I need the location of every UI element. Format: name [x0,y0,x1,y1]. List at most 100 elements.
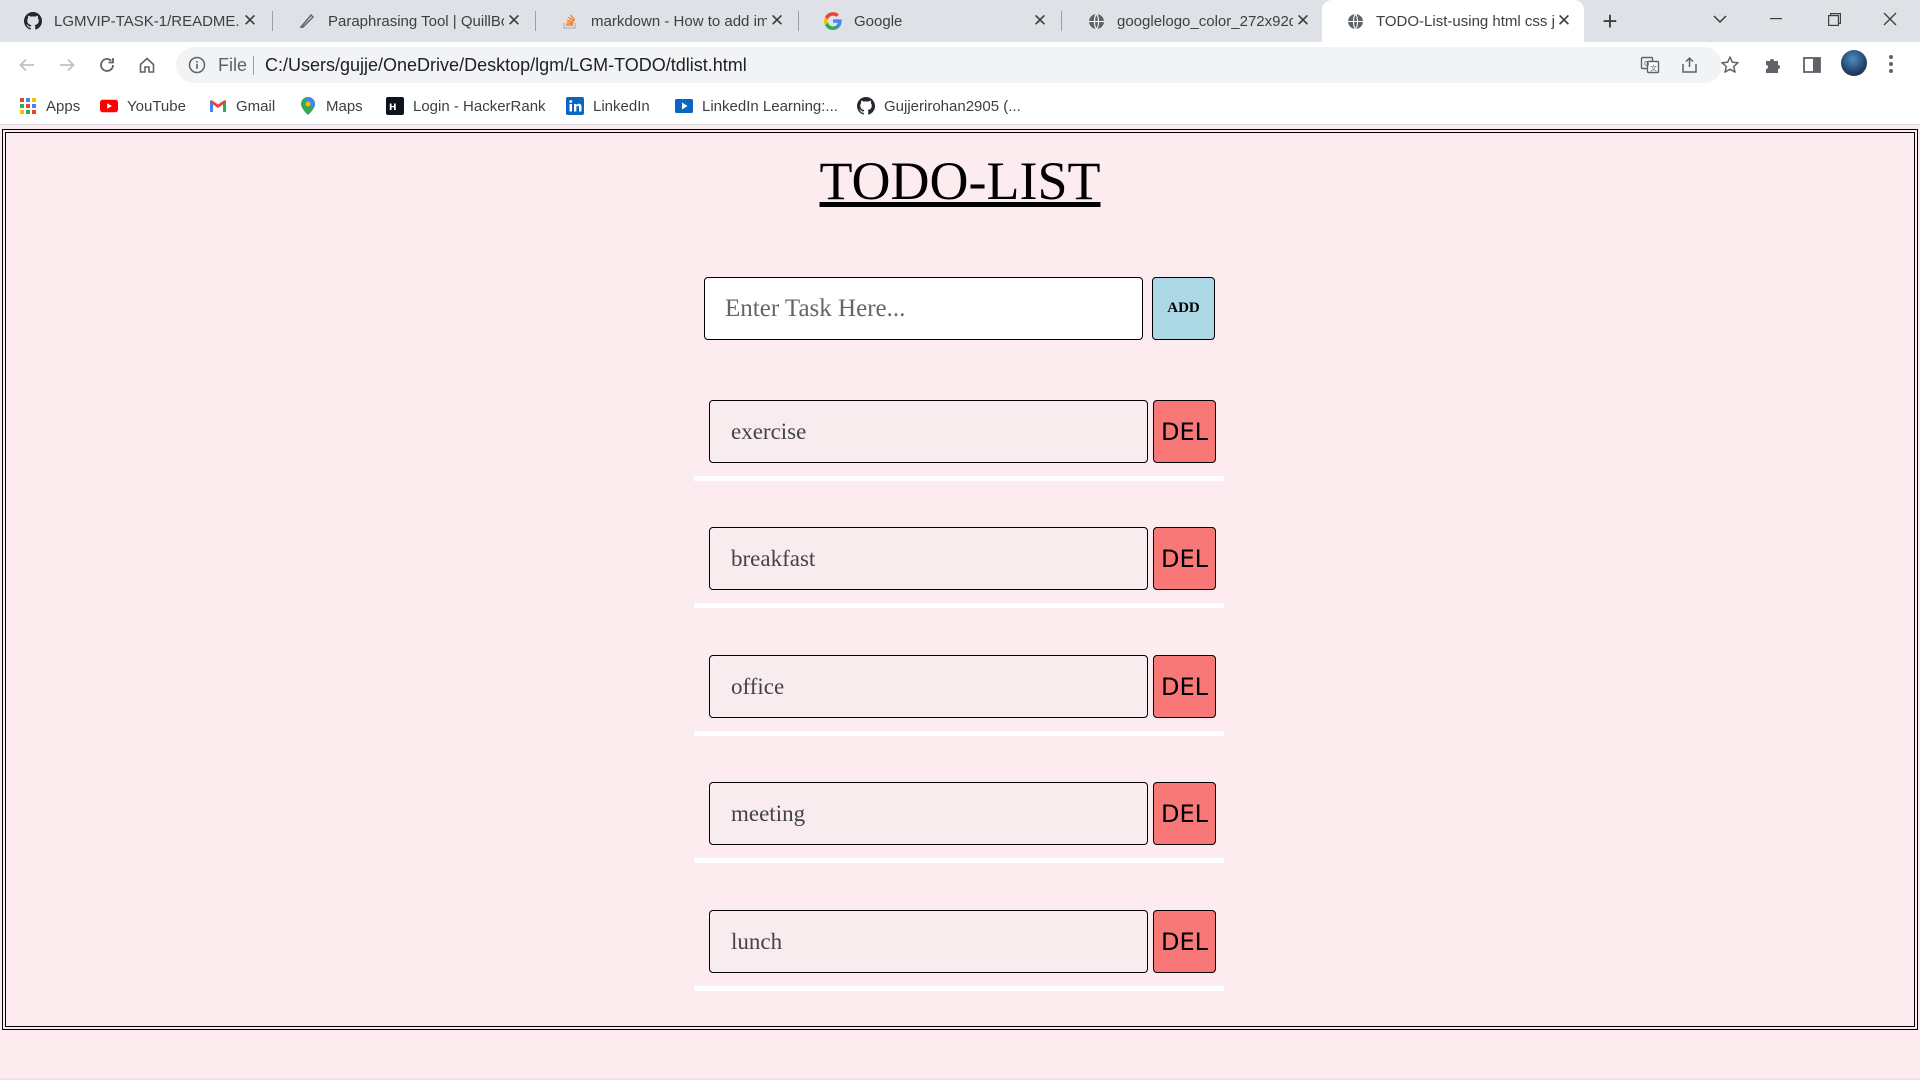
delete-task-button[interactable]: DEL [1153,655,1216,718]
tab-stackoverflow[interactable]: markdown - How to add im ✕ [537,0,797,42]
svg-text:G: G [1644,60,1649,68]
github-icon [857,97,875,115]
bookmark-gmail[interactable]: Gmail [209,94,275,118]
minimize-icon[interactable] [1748,0,1804,38]
tab-separator [1061,11,1062,31]
close-tab-icon[interactable]: ✕ [504,11,524,31]
stackoverflow-icon [561,12,579,30]
todo-item-text[interactable]: lunch [709,910,1148,973]
tab-title: Google [854,12,903,30]
item-divider [694,858,1224,863]
close-tab-icon[interactable]: ✕ [767,11,787,31]
todo-item-text[interactable]: exercise [709,400,1148,463]
back-arrow-icon[interactable] [12,50,42,80]
close-tab-icon[interactable]: ✕ [1554,11,1574,31]
side-panel-icon[interactable] [1801,54,1823,76]
svg-text:H: H [389,103,397,113]
home-icon[interactable] [132,50,162,80]
tab-title: LGMVIP-TASK-1/README.m [54,12,240,30]
tab-separator [535,11,536,31]
new-tab-button[interactable]: + [1597,6,1623,36]
bookmark-github-profile[interactable]: Gujjerirohan2905 (... [857,94,1021,118]
close-tab-icon[interactable]: ✕ [240,11,260,31]
bookmark-label: Gmail [236,97,276,115]
task-input[interactable] [704,277,1143,340]
todo-item-text[interactable]: meeting [709,782,1148,845]
maps-icon [299,97,317,115]
tab-google[interactable]: Google ✕ [800,0,1060,42]
svg-text:文: 文 [1650,64,1657,73]
forward-arrow-icon[interactable] [52,50,82,80]
page-title: TODO-LIST [819,151,1101,211]
tab-separator [798,11,799,31]
scheme-separator [253,56,254,75]
tab-strip: LGMVIP-TASK-1/README.m ✕ Paraphrasing To… [0,0,1920,42]
bookmark-label: YouTube [127,97,186,115]
todo-item: breakfast DEL [694,527,1224,627]
bookmark-label: LinkedIn Learning:... [702,97,838,115]
page-content: TODO-LIST ADD exercise DEL breakfast DEL… [0,125,1920,1080]
delete-task-button[interactable]: DEL [1153,527,1216,590]
tab-title: Paraphrasing Tool | QuillBot [328,12,504,30]
globe-icon [1346,12,1364,30]
google-icon [824,12,842,30]
tab-title: googlelogo_color_272x92d [1117,12,1293,30]
bookmark-star-icon[interactable] [1720,55,1740,75]
bookmarks-bar: Apps YouTube Gmail Maps H Login - Hacker… [0,88,1920,125]
bookmark-label: Apps [46,97,81,115]
todo-item: exercise DEL [694,400,1224,500]
restore-icon[interactable] [1806,0,1862,38]
tab-googlelogo[interactable]: googlelogo_color_272x92d ✕ [1063,0,1323,42]
tab-todo-list-active[interactable]: TODO-List-using html css js ✕ [1322,0,1584,42]
reload-icon[interactable] [92,50,122,80]
translate-icon[interactable]: G文 [1640,55,1660,75]
apps-grid-icon [19,97,37,115]
info-icon[interactable] [188,56,206,74]
bookmark-label: Gujjerirohan2905 (... [884,97,1021,115]
delete-task-button[interactable]: DEL [1153,782,1216,845]
tab-github-readme[interactable]: LGMVIP-TASK-1/README.m ✕ [0,0,270,42]
profile-avatar[interactable] [1841,50,1867,76]
tab-search-chevron-icon[interactable] [1692,0,1748,38]
bookmark-youtube[interactable]: YouTube [100,94,186,118]
tab-quillbot[interactable]: Paraphrasing Tool | QuillBot ✕ [274,0,534,42]
todo-item-text[interactable]: breakfast [709,527,1148,590]
linkedin-learning-icon [675,97,693,115]
more-options-icon[interactable] [1888,54,1894,74]
url-text[interactable]: C:/Users/gujje/OneDrive/Desktop/lgm/LGM-… [265,55,747,76]
bookmark-maps[interactable]: Maps [299,94,363,118]
close-tab-icon[interactable]: ✕ [1030,11,1050,31]
add-task-button[interactable]: ADD [1152,277,1215,340]
scheme-label: File [218,55,248,75]
tab-title: TODO-List-using html css js [1376,12,1554,30]
share-icon[interactable] [1680,55,1700,75]
tab-title: markdown - How to add im [591,12,767,30]
tab-separator [272,11,273,31]
bookmark-label: Login - HackerRank [413,97,546,115]
todo-item: lunch DEL [694,910,1224,1010]
close-window-icon[interactable] [1862,0,1918,38]
item-divider [694,476,1224,481]
todo-item: office DEL [694,655,1224,755]
bookmark-linkedin[interactable]: LinkedIn [566,94,650,118]
bookmark-hackerrank[interactable]: H Login - HackerRank [386,94,546,118]
delete-task-button[interactable]: DEL [1153,400,1216,463]
bookmark-linkedin-learning[interactable]: LinkedIn Learning:... [675,94,838,118]
item-divider [694,986,1224,991]
gmail-icon [209,97,227,115]
item-divider [694,731,1224,736]
address-bar[interactable]: File C:/Users/gujje/OneDrive/Desktop/lgm… [176,47,1739,83]
todo-item: meeting DEL [694,782,1224,882]
quillbot-icon [298,12,316,30]
delete-task-button[interactable]: DEL [1153,910,1216,973]
bookmark-label: Maps [326,97,363,115]
browser-toolbar: File C:/Users/gujje/OneDrive/Desktop/lgm… [0,42,1920,88]
globe-icon [1087,12,1105,30]
hackerrank-icon: H [386,97,404,115]
bookmark-apps[interactable]: Apps [19,94,80,118]
close-tab-icon[interactable]: ✕ [1293,11,1313,31]
github-icon [24,12,42,30]
todo-item-text[interactable]: office [709,655,1148,718]
item-divider [694,603,1224,608]
extensions-puzzle-icon[interactable] [1762,54,1784,76]
